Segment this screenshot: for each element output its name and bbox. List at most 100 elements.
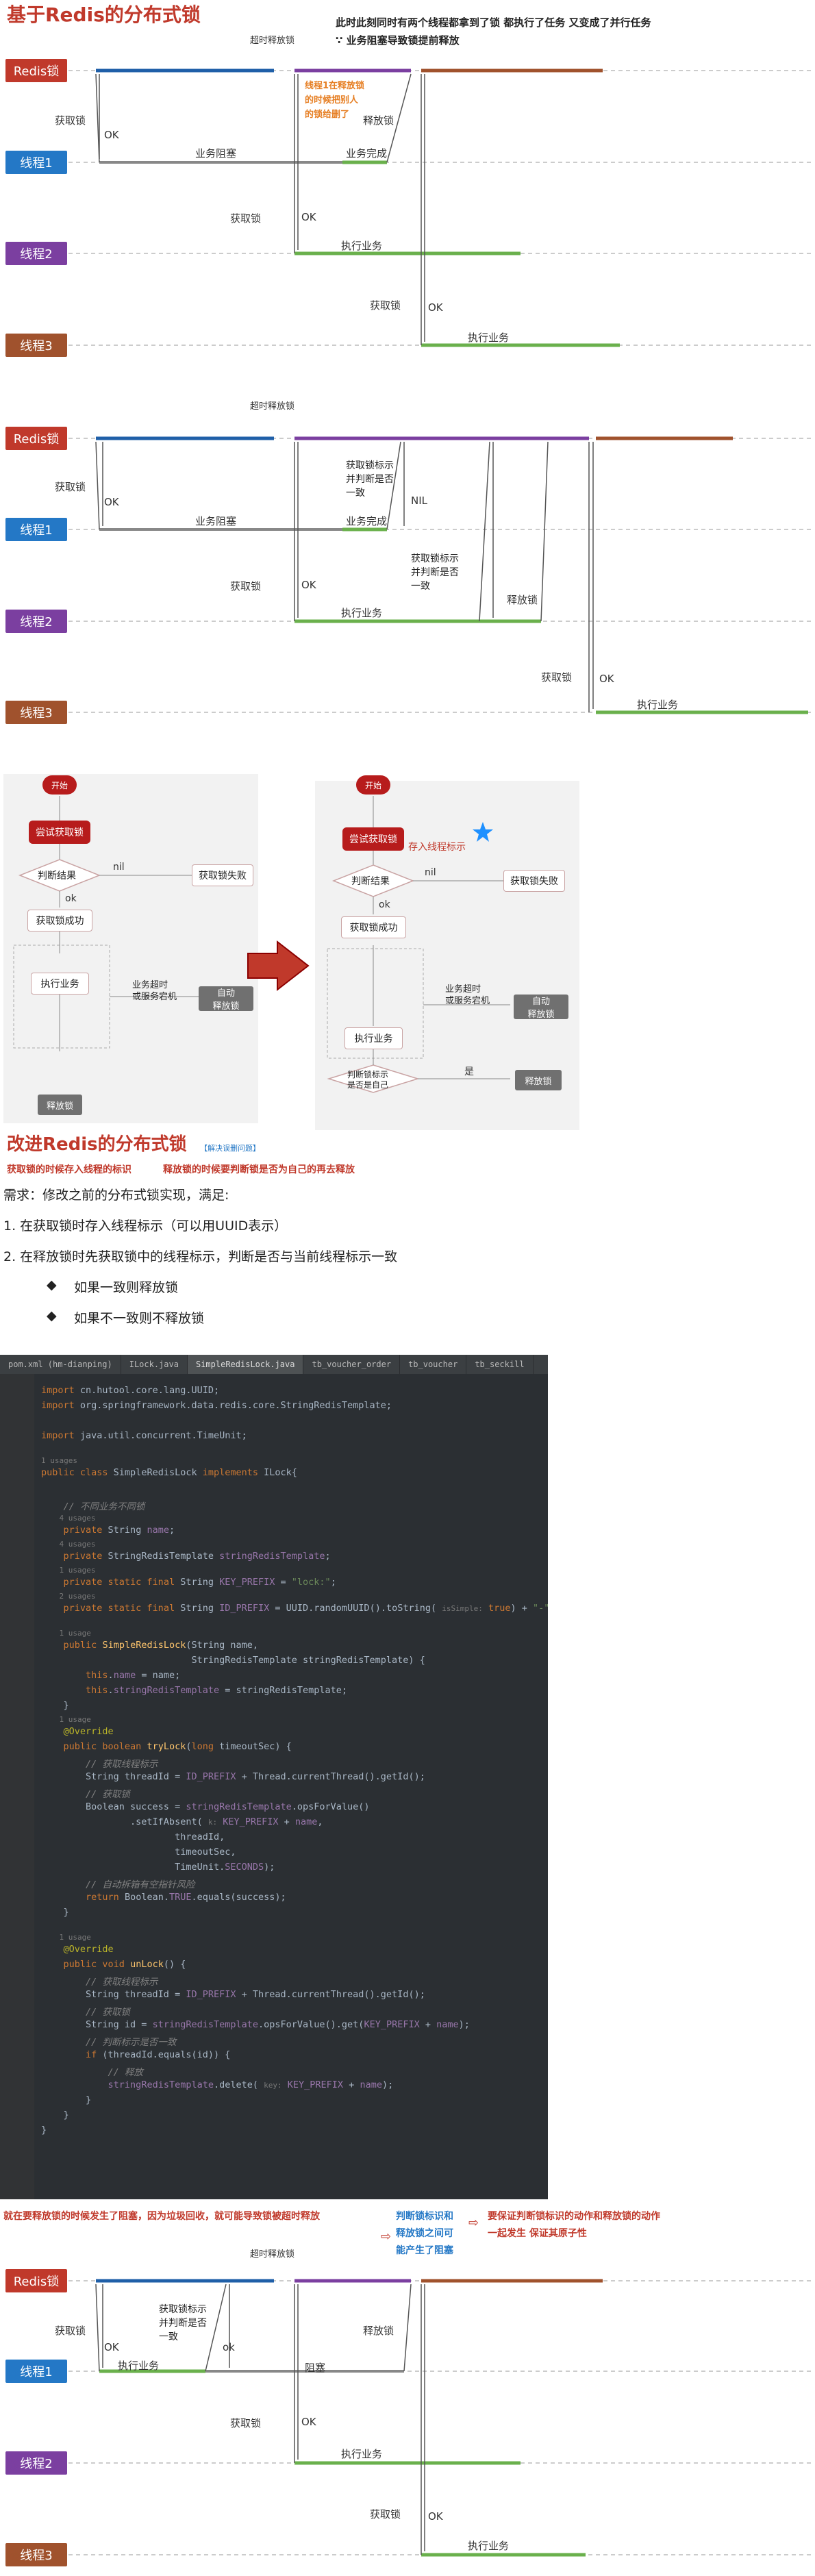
tab-voucher-order[interactable]: tb_voucher_order — [303, 1355, 401, 1374]
flow-right-nil: nil — [425, 867, 436, 878]
get-lock-label-s2b: 获取锁 — [230, 580, 262, 592]
biz-done-label-s2: 业务完成 — [346, 515, 388, 527]
arrow-right-icon: ⇨ — [381, 2229, 392, 2244]
s4-release: 释放锁 — [363, 2325, 394, 2337]
s4-check-note: 获取锁标示 并判断是否 一致 — [159, 2304, 207, 2342]
exec-label-s2b: 执行业务 — [341, 607, 383, 619]
requirement-item-2: 2. 在释放锁时先获取锁中的线程标示，判断是否与当前线程标示一致 — [3, 1249, 398, 1264]
s4-note-red-3: 一起发生 保证其原子性 — [488, 2228, 587, 2239]
flow-left-judge: 判断结果 — [38, 871, 76, 881]
ok-label-s2b: OK — [301, 579, 316, 591]
s4-get-lock-3: 获取锁 — [370, 2508, 401, 2521]
orange-note: 线程1在释放锁 的时候把别人 的锁给删了 — [305, 81, 365, 120]
lane-thread-3-2: 线程3 — [5, 701, 67, 724]
flow-left-exec: 执行业务 — [31, 973, 89, 995]
check-note-s2b: 获取锁标示 并判断是否 一致 — [411, 553, 459, 592]
get-lock-label: 获取锁 — [55, 114, 86, 127]
nil-label-s2: NIL — [411, 495, 428, 507]
ok-label-2: OK — [301, 211, 316, 223]
flow-right-yes: 是 — [464, 1066, 474, 1077]
ok-label-3: OK — [428, 301, 443, 314]
ok-label-s2: OK — [104, 496, 119, 508]
editor-tabbar: pom.xml (hm-dianping) ILock.java SimpleR… — [0, 1355, 548, 1374]
lane-thread-1-2: 线程1 — [5, 518, 67, 541]
flow-right-fail: 获取锁失败 — [503, 870, 565, 892]
s4-ok-2: OK — [301, 2416, 316, 2428]
s4-ok-3: OK — [428, 2510, 443, 2523]
requirement-item-1: 1. 在获取锁时存入线程标示（可以用UUID表示） — [3, 1218, 288, 1234]
s4-ok-lower: ok — [223, 2341, 235, 2353]
tab-pom[interactable]: pom.xml (hm-dianping) — [0, 1355, 121, 1374]
flow-right-check: 判断锁标示 是否是自己 — [347, 1070, 389, 1090]
blocked-label-s2: 业务阻塞 — [195, 515, 237, 527]
sequence-diagram-2 — [68, 436, 812, 714]
s4-note-blue-2: 释放锁之间可 — [396, 2228, 453, 2239]
tab-seckill[interactable]: tb_seckill — [466, 1355, 534, 1374]
flow-right-timeout: 业务超时 或服务宕机 — [445, 984, 490, 1006]
lane-thread-1-4: 线程1 — [5, 2360, 67, 2383]
section3-title-tag: 【解决误删问题】 — [200, 1144, 260, 1153]
section3-title: 改进Redis的分布式锁 — [7, 1134, 187, 1155]
lane-redis-lock-2: Redis锁 — [5, 427, 67, 450]
flow-left-ok: ok — [65, 893, 77, 904]
get-lock-label-s2: 获取锁 — [55, 481, 86, 493]
flow-left-success: 获取锁成功 — [27, 910, 92, 931]
section3-sub-a: 获取锁的时候存入线程的标识 — [7, 1164, 131, 1175]
check-note-s2a: 获取锁标示 并判断是否 一致 — [346, 460, 394, 499]
flow-right-ok: ok — [379, 899, 390, 910]
release-label-s2: 释放锁 — [507, 594, 538, 606]
flow-right-try-lock: 尝试获取锁 — [342, 827, 404, 851]
tab-ilock[interactable]: ILock.java — [121, 1355, 188, 1374]
diamond-bullet-icon: ◆ — [47, 1277, 57, 1292]
lane-thread-2-2: 线程2 — [5, 610, 67, 633]
arrow-right-icon: ⇨ — [468, 2216, 479, 2230]
lane-thread-3-4: 线程3 — [5, 2543, 67, 2566]
flow-right-release: 释放锁 — [515, 1070, 562, 1090]
lane-thread-2: 线程2 — [5, 242, 67, 265]
flow-right-judge: 判断结果 — [351, 876, 390, 887]
s4-exec-2: 执行业务 — [341, 2448, 383, 2460]
s4-exec-1: 执行业务 — [118, 2360, 160, 2372]
s4-note-blue-1: 判断锁标识和 — [396, 2211, 453, 2222]
s4-note-red-2: 要保证判断锁标识的动作和释放锁的动作 — [488, 2211, 660, 2222]
flow-left-try-lock: 尝试获取锁 — [29, 821, 90, 844]
flow-left-timeout: 业务超时 或服务宕机 — [132, 980, 177, 1002]
lane-thread-1: 线程1 — [5, 151, 67, 174]
lane-thread-2-4: 线程2 — [5, 2451, 67, 2475]
flow-left-auto-release: 自动 释放锁 — [199, 986, 253, 1012]
tab-simple-redis-lock[interactable]: SimpleRedisLock.java — [187, 1355, 304, 1374]
get-lock-label-2: 获取锁 — [230, 212, 262, 225]
ok-label-s2c: OK — [599, 673, 614, 685]
code-editor: pom.xml (hm-dianping) ILock.java SimpleR… — [0, 1355, 548, 2199]
flow-left-nil: nil — [113, 862, 125, 873]
flow-left-start: 开始 — [42, 775, 77, 795]
s4-get-lock: 获取锁 — [55, 2325, 86, 2337]
exec-label-2: 执行业务 — [341, 240, 383, 252]
get-lock-label-3: 获取锁 — [370, 299, 401, 312]
flow-right-exec: 执行业务 — [344, 1027, 403, 1049]
tab-voucher[interactable]: tb_voucher — [400, 1355, 467, 1374]
exec-label-s2c: 执行业务 — [637, 699, 679, 711]
flow-right-success: 获取锁成功 — [341, 916, 406, 938]
blocked-label: 业务阻塞 — [195, 147, 237, 160]
flow-left-release: 释放锁 — [38, 1095, 82, 1115]
bullet-2: 如果不一致则不释放锁 — [74, 1311, 205, 1326]
sequence-diagram-1 — [68, 68, 812, 347]
line-gutter — [0, 1374, 34, 2199]
s4-note-red: 就在要释放锁的时候发生了阻塞，因为垃圾回收，就可能导致锁被超时释放 — [3, 2211, 320, 2222]
flow-right-auto-release: 自动 释放锁 — [514, 995, 568, 1020]
s4-blocked: 阻塞 — [305, 2362, 326, 2374]
lane-redis-lock: Redis锁 — [5, 59, 67, 82]
s4-exec-3: 执行业务 — [468, 2540, 510, 2552]
section3-sub-b: 释放锁的时候要判断锁是否为自己的再去释放 — [163, 1164, 355, 1175]
biz-done-label: 业务完成 — [346, 147, 388, 160]
lane-redis-lock-4: Redis锁 — [5, 2269, 67, 2292]
flow-right-start: 开始 — [356, 775, 390, 795]
sequence-diagram-4 — [68, 2279, 812, 2557]
lane-thread-3: 线程3 — [5, 334, 67, 357]
flow-left-fail: 获取锁失败 — [192, 864, 253, 886]
ok-label: OK — [104, 129, 119, 141]
s4-get-lock-2: 获取锁 — [230, 2417, 262, 2429]
requirement: 需求：修改之前的分布式锁实现，满足: — [3, 1188, 229, 1203]
flow-right-store-id: 存入线程标示 — [408, 842, 466, 853]
